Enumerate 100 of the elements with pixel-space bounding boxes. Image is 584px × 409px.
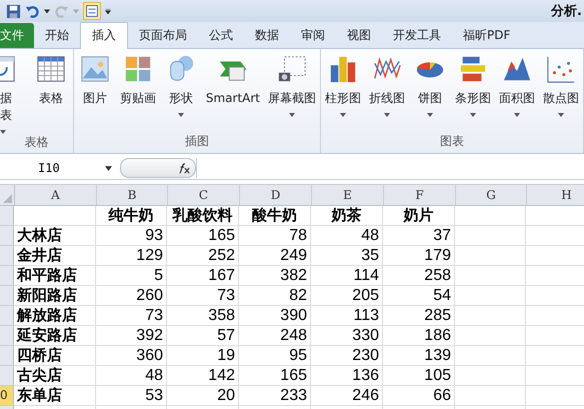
ribbon-button[interactable]: 条形图 [451, 54, 495, 133]
ribbon-tab[interactable]: 视图 [336, 23, 382, 48]
picture-icon [80, 54, 110, 84]
table-cell: 252 [167, 246, 239, 266]
ribbon-tab[interactable]: 福昕PDF [452, 23, 522, 48]
table-cell [455, 226, 526, 246]
save-icon[interactable] [6, 4, 21, 18]
table-cell: 142 [167, 366, 239, 386]
ribbon-tab[interactable]: 开发工具 [382, 23, 452, 48]
table-cell: 390 [239, 306, 311, 326]
dropdown-caret-icon[interactable] [514, 113, 520, 117]
ribbon-button[interactable]: 饼图 [409, 54, 451, 133]
table-cell: 和平路店 [14, 266, 96, 286]
table-cell: 古尖店 [14, 366, 96, 386]
table-cell [455, 326, 526, 346]
ribbon-button[interactable]: 据 表 [0, 54, 30, 134]
table-cell: 285 [383, 306, 455, 326]
column-header[interactable]: C [168, 185, 240, 205]
dropdown-caret-icon[interactable] [0, 130, 6, 134]
table-cell [455, 306, 526, 326]
table-cell: 东单店 [14, 386, 96, 406]
customize-caret-icon[interactable] [105, 8, 111, 14]
table-cell: 246 [311, 386, 383, 406]
dropdown-caret-icon[interactable] [289, 113, 295, 117]
ribbon-tab[interactable]: 数据 [244, 23, 290, 48]
table-cell: 114 [311, 266, 383, 286]
ribbon-tab[interactable]: 页面布局 [128, 23, 198, 48]
form-icon[interactable] [83, 2, 101, 20]
table-cell: 54 [383, 286, 455, 306]
undo-icon[interactable] [25, 4, 40, 18]
table-cell: 大林店 [14, 226, 96, 246]
table-cell: 53 [96, 386, 167, 406]
ribbon-button[interactable]: 柱形图 [321, 54, 365, 133]
table-cell: 四桥店 [14, 346, 96, 366]
table-cell: 205 [311, 286, 383, 306]
table-cell: 258 [383, 266, 455, 286]
table-cell [455, 366, 526, 386]
group-label: 表格 [23, 134, 50, 151]
table-cell: 186 [383, 326, 455, 346]
file-tab[interactable]: 文件 [0, 23, 34, 48]
table-cell: 392 [96, 326, 167, 346]
table-cell: 纯牛奶 [96, 206, 167, 226]
ribbon-button[interactable]: SmartArt [202, 54, 264, 133]
table-cell: 乳酸饮料 [167, 206, 239, 226]
table-cell: 360 [96, 346, 167, 366]
table-cell: 66 [383, 386, 455, 406]
table-cell: 330 [311, 326, 383, 346]
column-header[interactable]: D [240, 185, 312, 205]
table-cell: 93 [96, 226, 167, 246]
scatter-chart-icon [546, 54, 576, 84]
table-cell [455, 346, 526, 366]
table-cell: 230 [311, 346, 383, 366]
table-cell: 113 [311, 306, 383, 326]
column-header[interactable]: F [384, 185, 456, 205]
dropdown-caret-icon[interactable] [427, 113, 433, 117]
table-cell: 358 [167, 306, 239, 326]
row-header[interactable]: 0 [0, 386, 14, 406]
table-cell: 37 [383, 226, 455, 246]
table-cell [455, 246, 526, 266]
column-chart-icon [328, 54, 358, 84]
ribbon-tab[interactable]: 公式 [198, 23, 244, 48]
table-cell: 48 [96, 366, 167, 386]
ribbon-button[interactable]: 剪贴画 [116, 54, 160, 133]
function-icon[interactable] [177, 162, 191, 174]
column-header[interactable]: G [456, 185, 527, 205]
ribbon-button[interactable]: 面积图 [495, 54, 539, 133]
column-header[interactable]: H [527, 185, 584, 205]
dropdown-caret-icon[interactable] [105, 166, 112, 170]
group-label: 插图 [184, 133, 210, 150]
dropdown-caret-icon[interactable] [470, 113, 476, 117]
group-label: 图表 [439, 133, 465, 150]
caret-icon[interactable] [44, 8, 50, 14]
ribbon-button[interactable]: 图片 [74, 54, 116, 133]
column-header[interactable]: B [97, 185, 168, 205]
ribbon-tab[interactable]: 开始 [34, 23, 80, 48]
dropdown-caret-icon[interactable] [340, 113, 346, 117]
ribbon-button[interactable]: 散点图 [539, 54, 583, 133]
ribbon-tab[interactable]: 审阅 [290, 23, 336, 48]
table-cell: 382 [239, 266, 311, 286]
ribbon-button[interactable]: 表格 [30, 54, 72, 134]
dropdown-caret-icon[interactable] [558, 113, 564, 117]
name-box[interactable]: I10 [0, 161, 120, 175]
column-header[interactable]: A [15, 185, 97, 205]
ribbon-tab[interactable]: 插入 [80, 22, 128, 49]
window-title: 分析. [551, 3, 582, 20]
dropdown-caret-icon[interactable] [178, 113, 184, 117]
table-cell: 酸牛奶 [239, 206, 311, 226]
dropdown-caret-icon[interactable] [384, 113, 390, 117]
ribbon-button[interactable]: 折线图 [365, 54, 409, 133]
ribbon-button[interactable]: 形状 [160, 54, 202, 133]
table-cell: 57 [167, 326, 239, 346]
column-header[interactable]: E [312, 185, 384, 205]
table-cell: 5 [96, 266, 167, 286]
table-cell: 19 [167, 346, 239, 366]
ribbon-button[interactable]: 屏幕截图 [264, 54, 320, 133]
table-cell: 179 [383, 246, 455, 266]
table-cell [455, 286, 526, 306]
table-cell: 248 [239, 326, 311, 346]
table-cell: 249 [239, 246, 311, 266]
table-cell: 165 [239, 366, 311, 386]
